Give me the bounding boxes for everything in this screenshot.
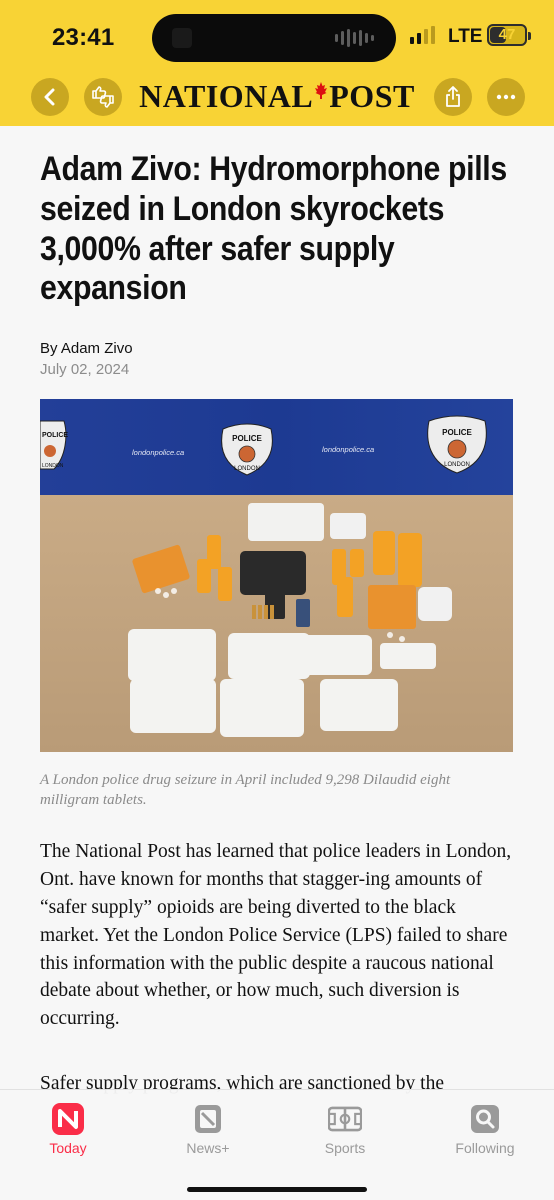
logo-text-right: POST [329, 78, 415, 114]
battery-level: 47 [498, 26, 516, 43]
tab-label: Following [455, 1140, 515, 1156]
sports-field-icon [328, 1102, 362, 1136]
audio-wave-icon [335, 28, 374, 48]
article-photo[interactable]: POLICE LONDON londonpolice.ca POLICE LON… [40, 399, 513, 752]
article-headline: Adam Zivo: Hydromorphone pills seized in… [40, 150, 507, 308]
police-seizure-image: POLICE LONDON londonpolice.ca POLICE LON… [40, 399, 513, 752]
news-plus-icon [191, 1102, 225, 1136]
tab-sports[interactable]: Sports [290, 1102, 400, 1156]
article-paragraph-1: The National Post has learned that polic… [40, 841, 512, 1030]
share-button[interactable] [434, 78, 472, 116]
dynamic-island [152, 14, 396, 62]
home-indicator[interactable] [187, 1187, 367, 1192]
status-time: 23:41 [52, 24, 115, 51]
tab-news-plus[interactable]: News+ [153, 1102, 263, 1156]
site-text-left: londonpolice.ca [132, 448, 184, 457]
article-date: July 02, 2024 [40, 361, 130, 378]
article-header: Adam Zivo: Hydromorphone pills seized in… [40, 150, 518, 309]
battery-icon: 47 [487, 24, 531, 46]
cell-signal-icon [410, 26, 435, 44]
share-icon [446, 86, 460, 107]
following-search-icon [468, 1102, 502, 1136]
badge-subtext: LONDON [444, 462, 470, 468]
badge-subtext: LONDON [42, 463, 64, 469]
tab-label: News+ [186, 1140, 230, 1156]
network-type: LTE [448, 26, 483, 47]
maple-leaf-icon [315, 82, 328, 99]
more-options-button[interactable] [487, 78, 525, 116]
badge-subtext: LONDON [234, 466, 260, 472]
camera-icon [172, 28, 192, 48]
top-bar: 23:41 LTE 47 NATIONAL POST [0, 0, 554, 126]
site-text-right: londonpolice.ca [322, 445, 374, 454]
tab-today[interactable]: Today [13, 1102, 123, 1156]
news-logo-icon [51, 1102, 85, 1136]
badge-text: POLICE [42, 432, 68, 439]
photo-caption: A London police drug seizure in April in… [40, 772, 451, 809]
tab-following[interactable]: Following [430, 1102, 540, 1156]
tab-label: Today [49, 1140, 87, 1156]
ellipsis-icon [496, 94, 516, 100]
logo-text-left: NATIONAL [139, 78, 314, 114]
tab-bar: Today News+ Sports Following [0, 1089, 554, 1200]
tab-label: Sports [324, 1140, 366, 1156]
article-byline[interactable]: By Adam Zivo [40, 340, 133, 357]
badge-text: POLICE [442, 428, 472, 437]
badge-text: POLICE [232, 434, 262, 443]
